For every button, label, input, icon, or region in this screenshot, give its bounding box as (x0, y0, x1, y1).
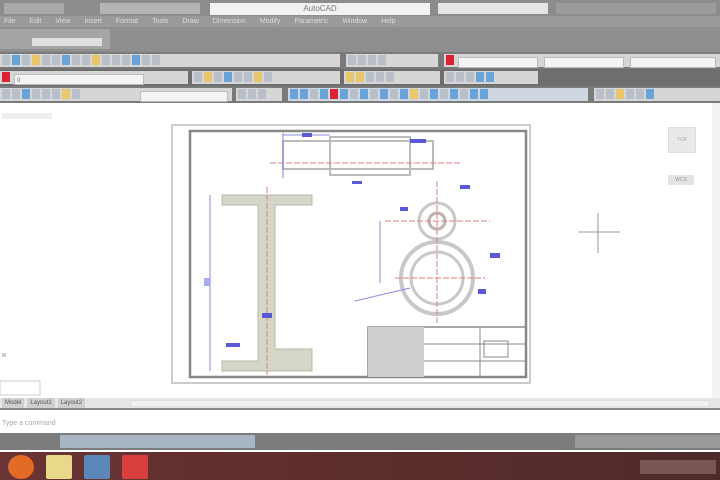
status-bar (0, 433, 720, 450)
menu-format[interactable]: Format (116, 18, 138, 25)
file-explorer-icon[interactable] (46, 455, 72, 479)
linetype-dropdown[interactable] (544, 57, 624, 68)
menu-parametric[interactable]: Parametric (294, 18, 328, 25)
menu-tools[interactable]: Tools (152, 18, 168, 25)
lineweight-dropdown[interactable] (630, 57, 716, 68)
standard-toolbar[interactable] (0, 54, 340, 67)
ucs-icon (2, 353, 6, 357)
app-window-icon[interactable] (84, 455, 110, 479)
vertical-scrollbar[interactable] (712, 103, 720, 399)
layers-toolbar[interactable]: 0 (0, 71, 188, 85)
window-controls[interactable] (556, 3, 716, 14)
layout-tabs-bar: Model Layout1 Layout2 (0, 398, 720, 410)
current-layer-label: 0 (17, 78, 21, 84)
ribbon-dropdown[interactable] (32, 38, 102, 46)
search-box[interactable] (438, 3, 548, 14)
quick-access-toolbar[interactable] (4, 3, 64, 14)
menu-view[interactable]: View (55, 18, 70, 25)
styles-toolbar[interactable] (344, 71, 440, 84)
menu-dimension[interactable]: Dimension (213, 18, 246, 25)
horizontal-scrollbar[interactable] (130, 400, 710, 407)
menu-help[interactable]: Help (381, 18, 395, 25)
viewcube[interactable]: TOP (668, 127, 696, 153)
system-tray[interactable] (640, 460, 716, 474)
windows-taskbar (0, 452, 720, 480)
tool-palette-stub (0, 380, 41, 396)
wcs-label: WCS (675, 177, 687, 183)
draw-order-toolbar[interactable] (444, 71, 538, 84)
viewcube-face: TOP (676, 137, 688, 143)
crosshair-cursor (578, 213, 620, 253)
drafting-toggles[interactable] (60, 435, 255, 448)
command-line[interactable]: Type a command (0, 412, 720, 432)
firefox-icon[interactable] (8, 455, 34, 479)
properties-toolbar[interactable] (192, 71, 340, 84)
modify-toolbar[interactable] (288, 88, 588, 101)
title-bar: AutoCAD (0, 0, 720, 16)
drawing-canvas[interactable]: TOP WCS (0, 103, 720, 399)
menu-insert[interactable]: Insert (84, 18, 102, 25)
tab-layout1[interactable]: Layout1 (27, 398, 55, 408)
tab-model[interactable]: Model (2, 398, 25, 408)
view-toolbar[interactable] (236, 88, 282, 101)
wcs-menu[interactable]: WCS (668, 175, 694, 185)
menu-edit[interactable]: Edit (29, 18, 41, 25)
render-toolbar[interactable] (594, 88, 720, 101)
toolbar-row-2: 0 (0, 69, 720, 86)
workspace-toolbar[interactable] (346, 54, 438, 67)
menu-draw[interactable]: Draw (182, 18, 198, 25)
workspace-dropdown[interactable] (100, 3, 200, 14)
toolbar-row-1 (0, 52, 720, 69)
menu-bar: File Edit View Insert Format Tools Draw Dimensi… (0, 16, 720, 27)
viewport-label (2, 113, 52, 119)
layer-dropdown[interactable] (458, 57, 538, 68)
command-prompt: Type a command (2, 420, 56, 427)
drawing-svg (0, 113, 620, 396)
window-title: AutoCAD (210, 3, 430, 15)
tab-layout2[interactable]: Layout2 (57, 398, 86, 408)
dimension-toolbar[interactable] (0, 88, 232, 102)
toolbar-row-3 (0, 86, 720, 103)
ribbon-panel (0, 27, 720, 52)
autocad-icon[interactable] (122, 455, 148, 479)
status-tray[interactable] (575, 435, 720, 448)
current-layer-dropdown[interactable]: 0 (14, 74, 144, 85)
menu-window[interactable]: Window (342, 18, 367, 25)
menu-modify[interactable]: Modify (260, 18, 281, 25)
menu-file[interactable]: File (4, 18, 15, 25)
dimstyle-dropdown[interactable] (140, 91, 228, 102)
layer-toolbar[interactable] (444, 54, 720, 68)
